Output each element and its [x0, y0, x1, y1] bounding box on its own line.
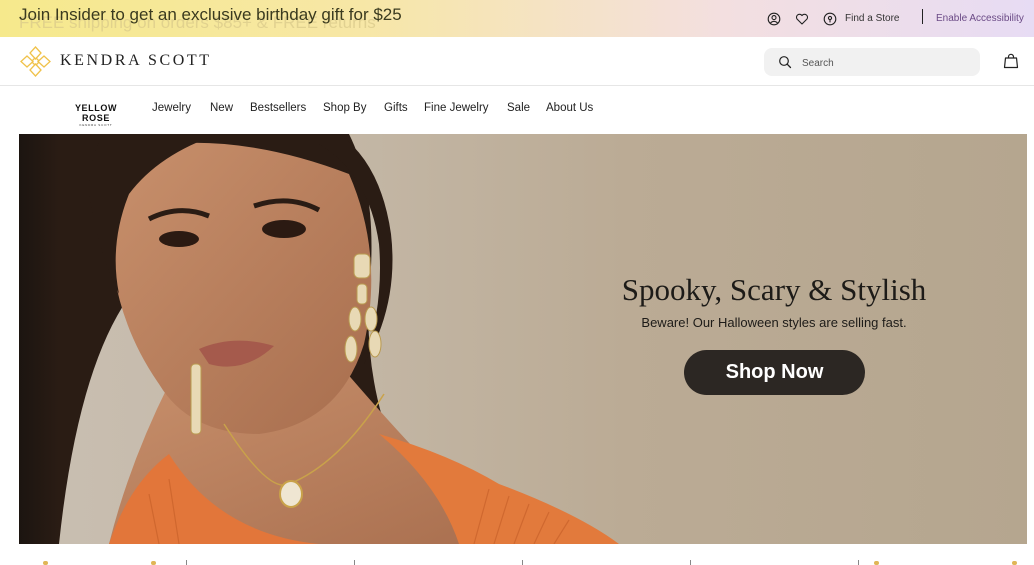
promo-bar: FREE shipping on orders $85+ & FREE retu… [0, 0, 1034, 37]
strip-divider [354, 560, 355, 565]
promo-message[interactable]: Join Insider to get an exclusive birthda… [19, 5, 402, 25]
search-icon[interactable] [778, 55, 792, 69]
nav-item-shop-by[interactable]: Shop By [323, 102, 366, 114]
shopping-bag-icon[interactable] [1003, 53, 1019, 69]
main-nav: YELLOW ROSE KENDRA SCOTT Jewelry New Bes… [0, 86, 1034, 134]
strip-divider [186, 560, 187, 565]
category-thumb[interactable] [874, 561, 879, 565]
category-thumb[interactable] [43, 561, 48, 565]
location-pin-icon [823, 12, 837, 25]
wishlist-button[interactable] [795, 0, 809, 37]
hero-subtitle: Beware! Our Halloween styles are selling… [641, 315, 907, 330]
hero-banner[interactable]: Spooky, Scary & Stylish Beware! Our Hall… [19, 134, 1027, 544]
nav-item-sale[interactable]: Sale [507, 102, 530, 114]
nav-item-jewelry[interactable]: Jewelry [152, 102, 191, 114]
strip-divider [690, 560, 691, 565]
strip-divider [858, 560, 859, 565]
account-icon [767, 12, 781, 25]
find-store-label: Find a Store [845, 13, 900, 24]
shop-now-button[interactable]: Shop Now [684, 350, 865, 395]
brand-wordmark[interactable]: KENDRA SCOTT [60, 52, 212, 70]
strip-divider [522, 560, 523, 565]
account-button[interactable] [767, 0, 781, 37]
nav-item-fine-jewelry[interactable]: Fine Jewelry [424, 102, 489, 114]
yellow-rose-logo[interactable]: YELLOW ROSE KENDRA SCOTT [60, 103, 132, 127]
nav-item-about-us[interactable]: About Us [546, 102, 593, 114]
accessibility-link[interactable]: Enable Accessibility [936, 0, 1024, 37]
find-store-link[interactable]: Find a Store [823, 0, 899, 37]
kendra-scott-logo-icon[interactable] [19, 45, 52, 78]
yellow-rose-logo-main: YELLOW ROSE [74, 103, 118, 123]
category-thumb[interactable] [1012, 561, 1017, 565]
category-strip [19, 544, 1027, 565]
nav-item-new[interactable]: New [210, 102, 233, 114]
nav-item-bestsellers[interactable]: Bestsellers [250, 102, 306, 114]
category-thumb[interactable] [151, 561, 156, 565]
site-header: KENDRA SCOTT [0, 37, 1034, 86]
heart-icon [795, 13, 809, 25]
nav-item-gifts[interactable]: Gifts [384, 102, 408, 114]
utility-divider [922, 9, 923, 24]
search-input[interactable] [802, 54, 972, 72]
accessibility-label: Enable Accessibility [936, 13, 1024, 24]
search-bar[interactable] [764, 48, 980, 76]
yellow-rose-logo-sub: KENDRA SCOTT [79, 123, 113, 127]
hero-model-image [19, 134, 619, 544]
hero-title: Spooky, Scary & Stylish [621, 272, 927, 307]
